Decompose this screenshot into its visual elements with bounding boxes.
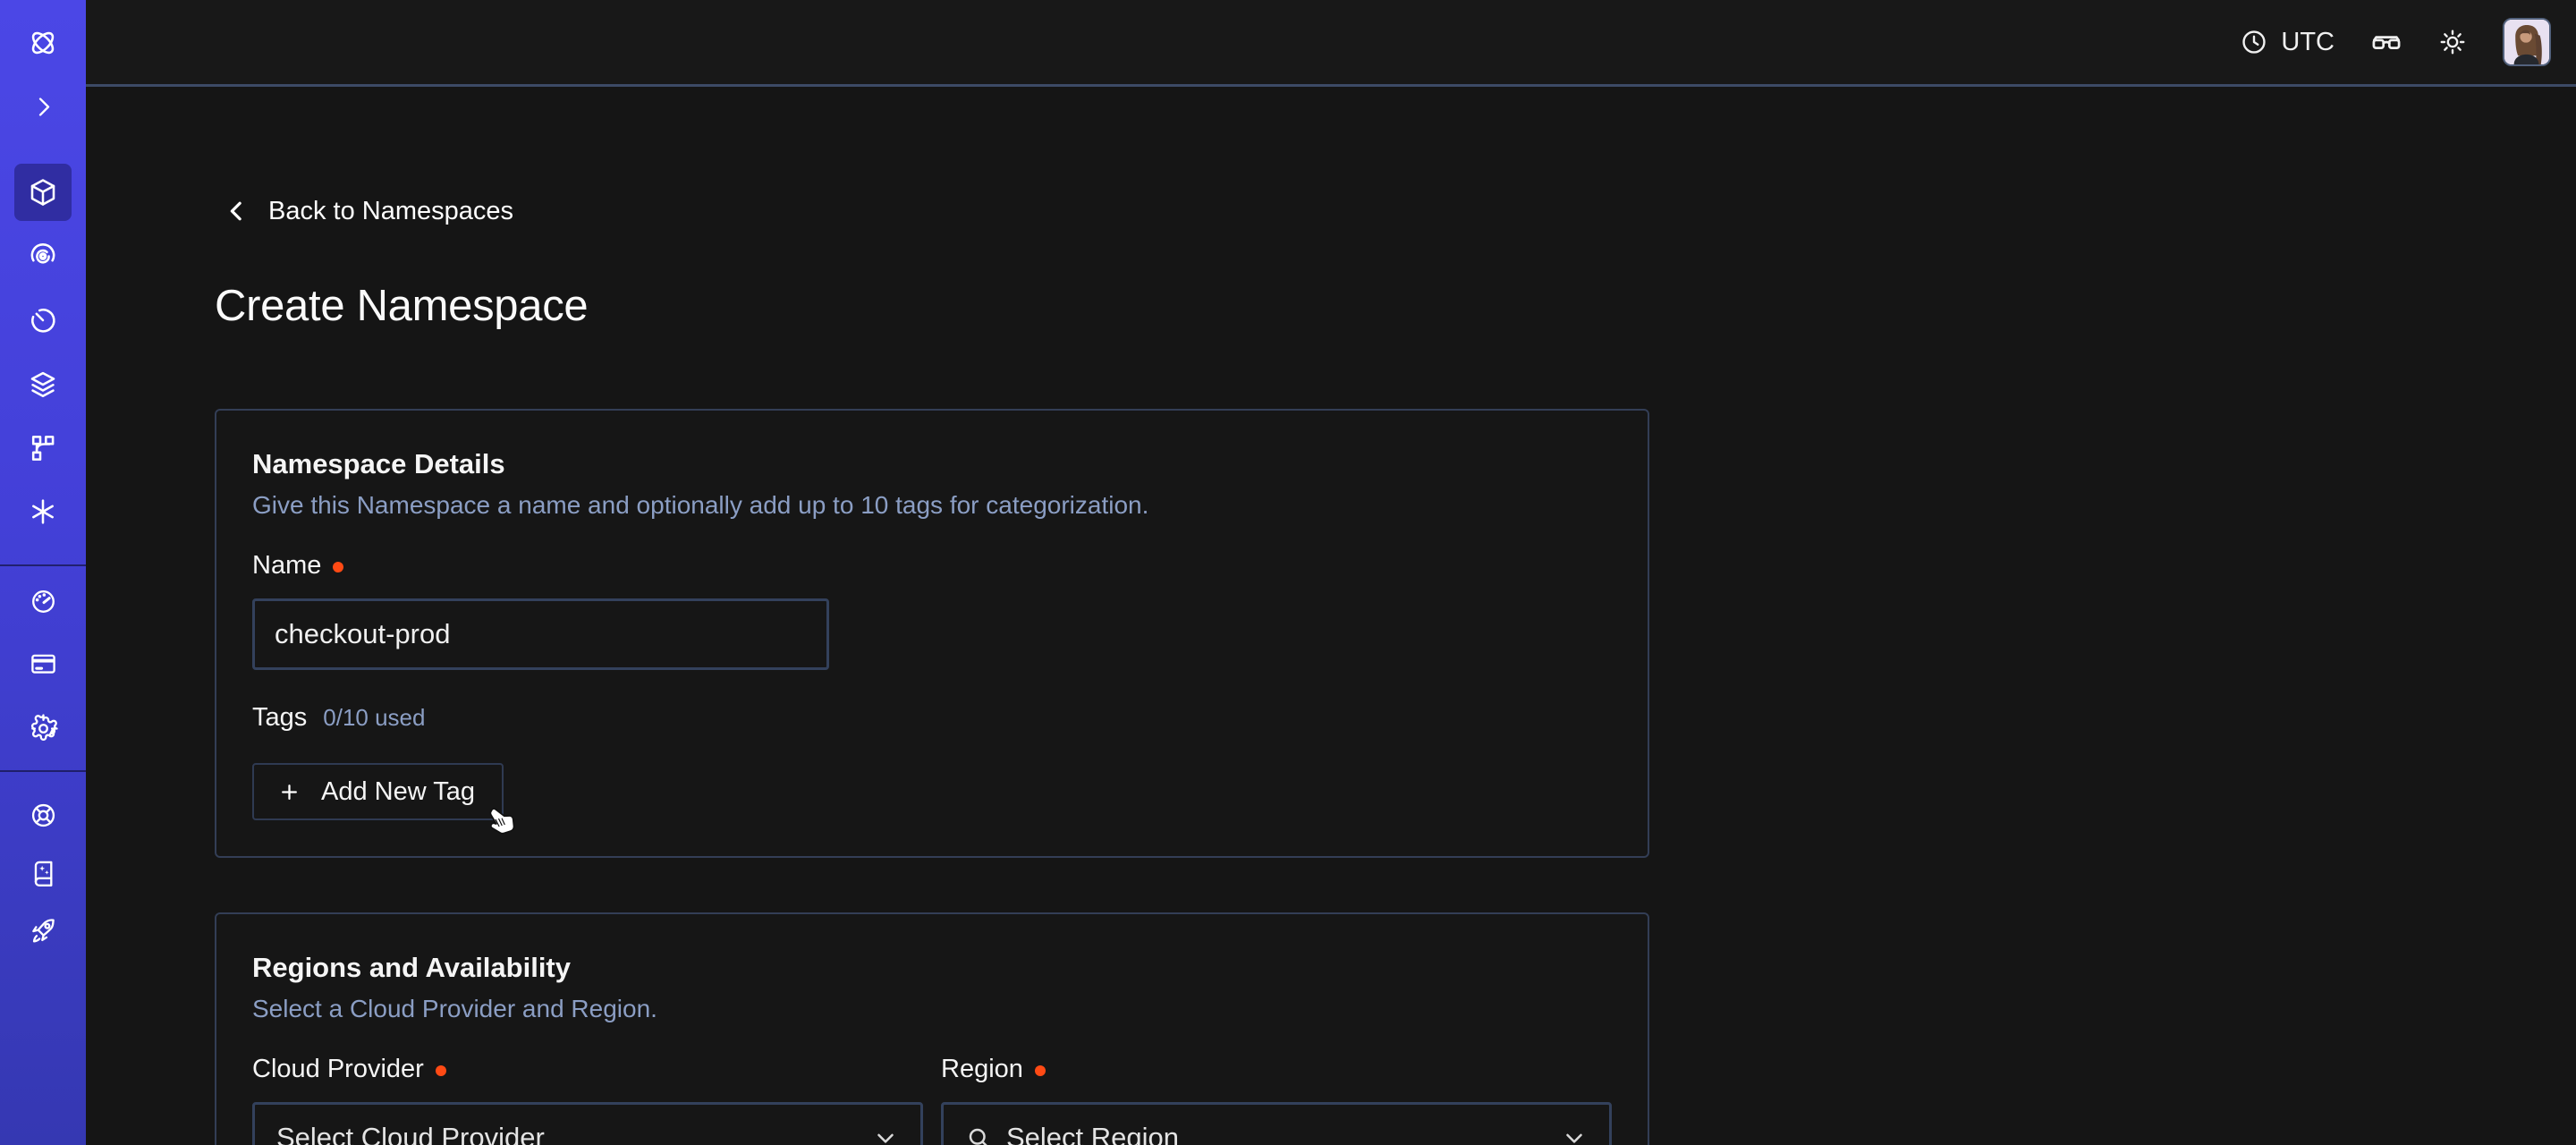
main-content: Back to Namespaces Create Namespace Name… [86,89,2576,1145]
cube-icon [27,176,59,208]
sidebar-divider [0,770,86,772]
cloud-provider-label-text: Cloud Provider [252,1054,424,1084]
provider-region-row: Cloud Provider Select Cloud Provider Reg… [252,1054,1612,1145]
cloud-provider-placeholder: Select Cloud Provider [276,1122,545,1145]
book-sparkles-icon [29,858,58,887]
credit-card-icon [29,649,58,679]
eye-spiral-icon [27,239,59,271]
sidebar-item-getting-started[interactable] [14,902,72,959]
region-field: Region Select Region [941,1054,1612,1145]
region-select[interactable]: Select Region [941,1102,1612,1145]
card-subtitle: Select a Cloud Provider and Region. [252,993,1612,1025]
branch-icon [27,432,59,464]
sidebar-item-docs[interactable] [14,844,72,901]
name-label-text: Name [252,550,321,581]
tags-label-row: Tags 0/10 used [252,702,1612,733]
user-avatar[interactable] [2503,18,2551,66]
cloud-provider-label: Cloud Provider [252,1054,923,1084]
sidebar-item-schedules[interactable] [14,292,72,349]
back-link-label: Back to Namespaces [268,196,513,226]
sidebar-item-billing[interactable] [14,635,72,692]
plus-icon [277,780,301,804]
create-namespace-page: { "topbar": { "timezone_label": "UTC", "… [0,0,2576,1145]
labs-toggle-button[interactable] [2370,26,2402,58]
sidebar-item-support[interactable] [14,786,72,844]
required-dot [436,1065,446,1076]
required-dot [333,562,343,572]
temporal-logo[interactable] [14,14,72,72]
gear-icon [29,714,58,743]
regions-availability-card: Regions and Availability Select a Cloud … [215,912,1649,1145]
namespace-name-input[interactable] [252,598,829,670]
tags-label: Tags [252,702,307,733]
tags-usage-counter: 0/10 used [323,704,425,732]
topbar: UTC [86,0,2576,87]
add-new-tag-button[interactable]: Add New Tag [252,763,504,820]
gauge-icon [29,587,58,616]
sidebar-divider [0,564,86,566]
avatar-image [2504,20,2549,64]
add-tag-label: Add New Tag [321,777,475,807]
glasses-icon [2370,26,2402,58]
page-title: Create Namespace [215,278,2576,334]
sidebar-item-nexus[interactable] [14,483,72,540]
cloud-provider-select[interactable]: Select Cloud Provider [252,1102,923,1145]
clock-icon [2240,28,2268,56]
back-to-namespaces-link[interactable]: Back to Namespaces [224,196,513,226]
sidebar-item-usage[interactable] [14,572,72,630]
sidebar-item-workflows[interactable] [14,226,72,284]
namespace-details-card: Namespace Details Give this Namespace a … [215,409,1649,858]
sidebar-item-batch-operations[interactable] [14,420,72,477]
sidebar-item-namespaces[interactable] [14,164,72,221]
region-label-text: Region [941,1054,1023,1084]
timer-icon [27,304,59,336]
timezone-label: UTC [2281,28,2334,57]
sidebar [0,0,86,1145]
asterisk-icon [27,496,59,528]
chevron-right-icon [29,92,58,122]
sidebar-item-deployments[interactable] [14,356,72,413]
theme-toggle-button[interactable] [2438,28,2467,56]
chevron-down-icon [872,1124,899,1145]
timezone-selector[interactable]: UTC [2240,28,2334,57]
sidebar-expand-button[interactable] [14,78,72,135]
name-field-label: Name [252,550,1612,581]
chevron-down-icon [1561,1124,1588,1145]
cloud-provider-field: Cloud Provider Select Cloud Provider [252,1054,923,1145]
required-dot [1035,1065,1046,1076]
search-icon [965,1124,992,1145]
lifebuoy-icon [29,801,58,830]
layers-icon [27,369,59,401]
chevron-left-icon [224,198,250,225]
rocket-icon [29,916,58,946]
card-title: Namespace Details [252,446,1612,482]
temporal-logo-icon [27,27,59,59]
sun-icon [2438,28,2467,56]
region-placeholder: Select Region [1006,1122,1179,1145]
region-label: Region [941,1054,1612,1084]
sidebar-item-settings[interactable] [14,700,72,757]
card-title: Regions and Availability [252,950,1612,986]
card-subtitle: Give this Namespace a name and optionall… [252,489,1612,522]
